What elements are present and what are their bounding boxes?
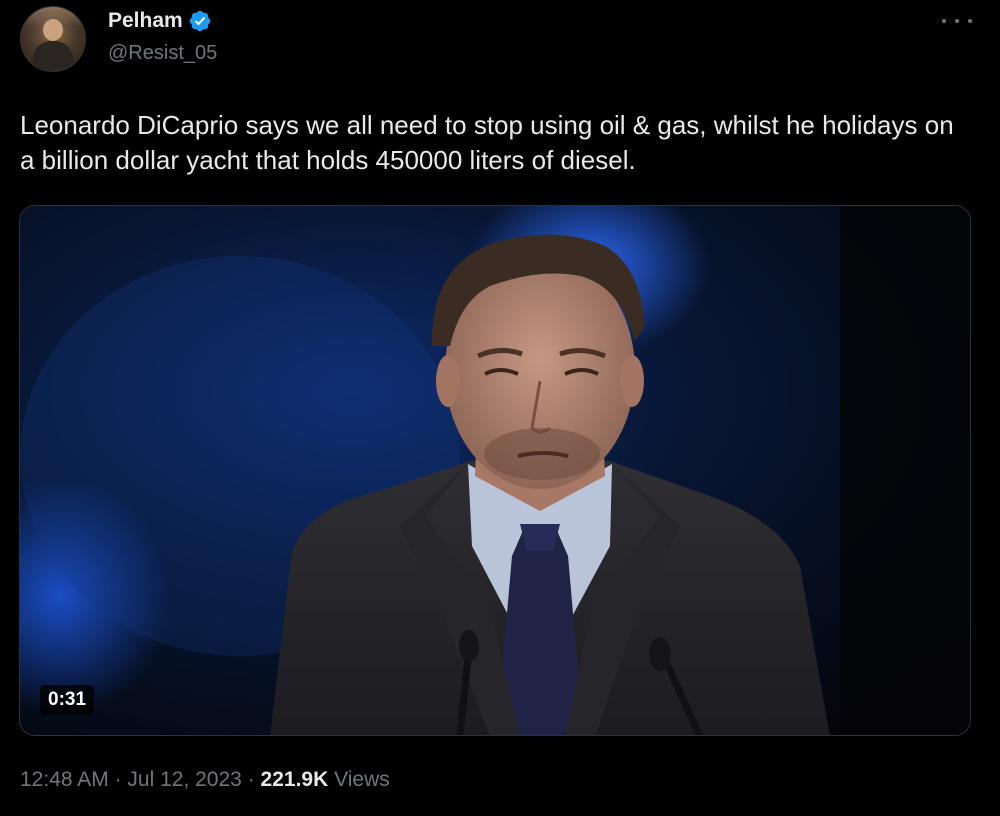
meta-separator: · <box>114 768 122 791</box>
tie-knot <box>520 524 560 551</box>
tweet-text: Leonardo DiCaprio says we all need to st… <box>20 110 954 175</box>
video-duration-badge: 0:31 <box>40 685 95 715</box>
video-frame <box>20 206 970 735</box>
tweet: Pelham @Resist_05 Leonardo DiCaprio says… <box>0 0 1000 816</box>
avatar[interactable] <box>20 6 86 72</box>
video-player[interactable]: 0:31 <box>19 205 971 736</box>
tweet-time[interactable]: 12:48 AM <box>20 768 109 792</box>
meta-separator: · <box>247 768 255 791</box>
avatar-body <box>33 41 73 71</box>
microphone-left <box>459 630 479 662</box>
ear-left <box>436 355 460 407</box>
more-dot <box>942 19 946 23</box>
more-dot <box>968 19 972 23</box>
author-name-row: Pelham <box>108 8 212 34</box>
views-count[interactable]: 221.9K <box>261 768 329 792</box>
author-handle[interactable]: @Resist_05 <box>108 42 217 65</box>
verified-badge-icon[interactable] <box>188 9 212 33</box>
more-options-icon[interactable] <box>942 14 972 28</box>
stage-dark-edge <box>840 206 970 735</box>
microphone-right <box>649 637 671 671</box>
author-display-name[interactable]: Pelham <box>108 9 183 33</box>
views-label: Views <box>334 768 390 791</box>
tweet-date[interactable]: Jul 12, 2023 <box>127 768 241 792</box>
avatar-head <box>43 19 63 41</box>
tweet-meta: 12:48 AM · Jul 12, 2023 · 221.9K Views <box>20 768 390 792</box>
ear-right <box>620 355 644 407</box>
more-dot <box>955 19 959 23</box>
